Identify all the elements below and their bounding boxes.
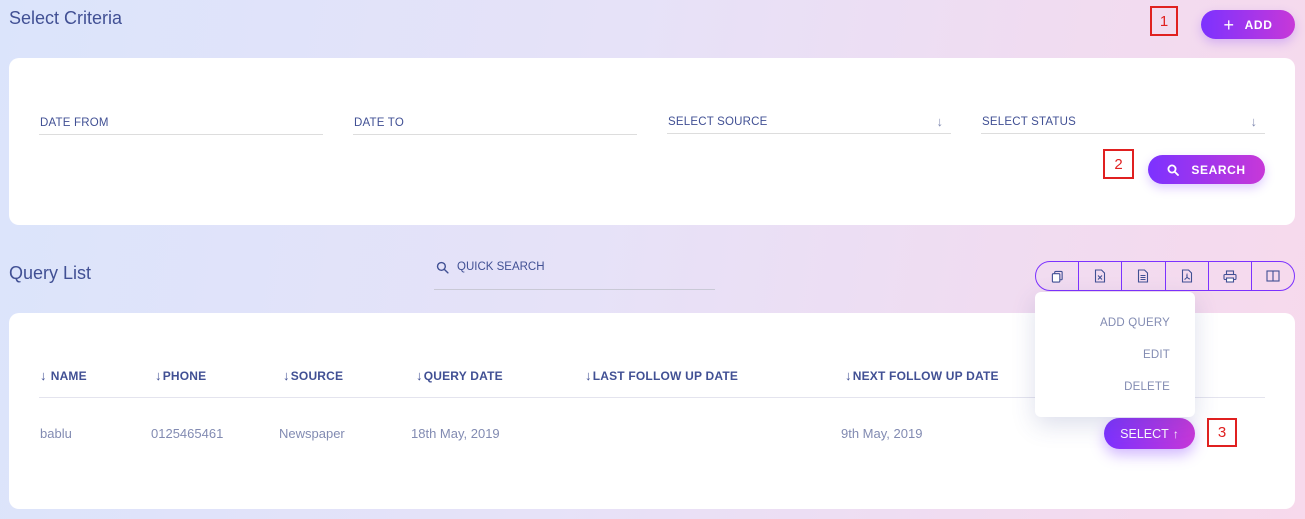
- column-header-source[interactable]: ↓SOURCE: [283, 368, 343, 383]
- annotation-marker-1: 1: [1150, 6, 1178, 36]
- excel-icon[interactable]: [1079, 262, 1123, 290]
- arrow-down-icon: ↓: [155, 368, 162, 383]
- export-toolbar: [1035, 261, 1295, 291]
- criteria-card: [9, 58, 1295, 225]
- annotation-marker-3: 3: [1207, 418, 1237, 447]
- date-to-field[interactable]: DATE TO: [353, 111, 637, 135]
- search-icon: [436, 261, 449, 279]
- arrow-down-icon: ↓: [936, 114, 944, 129]
- pdf-icon[interactable]: [1166, 262, 1209, 290]
- cell-query-date: 18th May, 2019: [411, 426, 500, 441]
- menu-item-add-query[interactable]: ADD QUERY: [1100, 317, 1170, 329]
- annotation-marker-2: 2: [1103, 149, 1134, 179]
- cell-source: Newspaper: [279, 426, 345, 441]
- page-title: Select Criteria: [9, 8, 123, 28]
- action-dropdown-menu: ADD QUERY EDIT DELETE: [1035, 292, 1195, 417]
- copy-icon[interactable]: [1036, 262, 1080, 290]
- arrow-down-icon: ↓: [1250, 114, 1258, 129]
- date-from-label: DATE FROM: [40, 117, 109, 129]
- search-button-label: SEARCH: [1191, 162, 1246, 177]
- select-action-button[interactable]: SELECT ↑: [1104, 418, 1195, 449]
- arrow-down-icon: ↓: [283, 368, 290, 383]
- column-header-last-follow-up-date[interactable]: ↓LAST FOLLOW UP DATE: [585, 368, 738, 383]
- csv-icon[interactable]: [1122, 262, 1166, 290]
- column-header-next-follow-up-date[interactable]: ↓NEXT FOLLOW UP DATE: [845, 368, 999, 383]
- select-source-label: SELECT SOURCE: [668, 116, 768, 128]
- add-button-label: ADD: [1244, 17, 1273, 32]
- arrow-down-icon: ↓: [845, 368, 852, 383]
- quick-search-input[interactable]: QUICK SEARCH: [434, 255, 715, 290]
- search-icon: [1167, 164, 1180, 176]
- date-from-field[interactable]: DATE FROM: [39, 111, 323, 135]
- cell-next-follow-up-date: 9th May, 2019: [841, 426, 923, 441]
- menu-item-delete[interactable]: DELETE: [1124, 381, 1170, 393]
- arrow-down-icon: ↓: [40, 368, 47, 383]
- columns-icon[interactable]: [1252, 262, 1294, 290]
- select-button-label: SELECT: [1120, 426, 1169, 441]
- arrow-up-icon: ↑: [1172, 426, 1179, 441]
- plus-icon: +: [1223, 14, 1235, 35]
- search-button[interactable]: SEARCH: [1148, 155, 1265, 184]
- cell-phone: 0125465461: [151, 426, 224, 441]
- column-header-query-date[interactable]: ↓QUERY DATE: [416, 368, 503, 383]
- arrow-down-icon: ↓: [585, 368, 592, 383]
- select-status-label: SELECT STATUS: [982, 116, 1076, 128]
- menu-item-edit[interactable]: EDIT: [1143, 349, 1170, 361]
- select-status-dropdown[interactable]: SELECT STATUS ↓: [981, 110, 1265, 134]
- cell-name: bablu: [40, 426, 72, 441]
- query-list-title: Query List: [9, 263, 92, 283]
- arrow-down-icon: ↓: [416, 368, 423, 383]
- add-button[interactable]: + ADD: [1201, 10, 1295, 39]
- column-header-phone[interactable]: ↓PHONE: [155, 368, 206, 383]
- date-to-label: DATE TO: [354, 117, 404, 129]
- column-header-name[interactable]: ↓ NAME: [40, 368, 87, 383]
- quick-search-placeholder: QUICK SEARCH: [457, 261, 545, 273]
- print-icon[interactable]: [1209, 262, 1252, 290]
- select-source-dropdown[interactable]: SELECT SOURCE ↓: [667, 110, 951, 134]
